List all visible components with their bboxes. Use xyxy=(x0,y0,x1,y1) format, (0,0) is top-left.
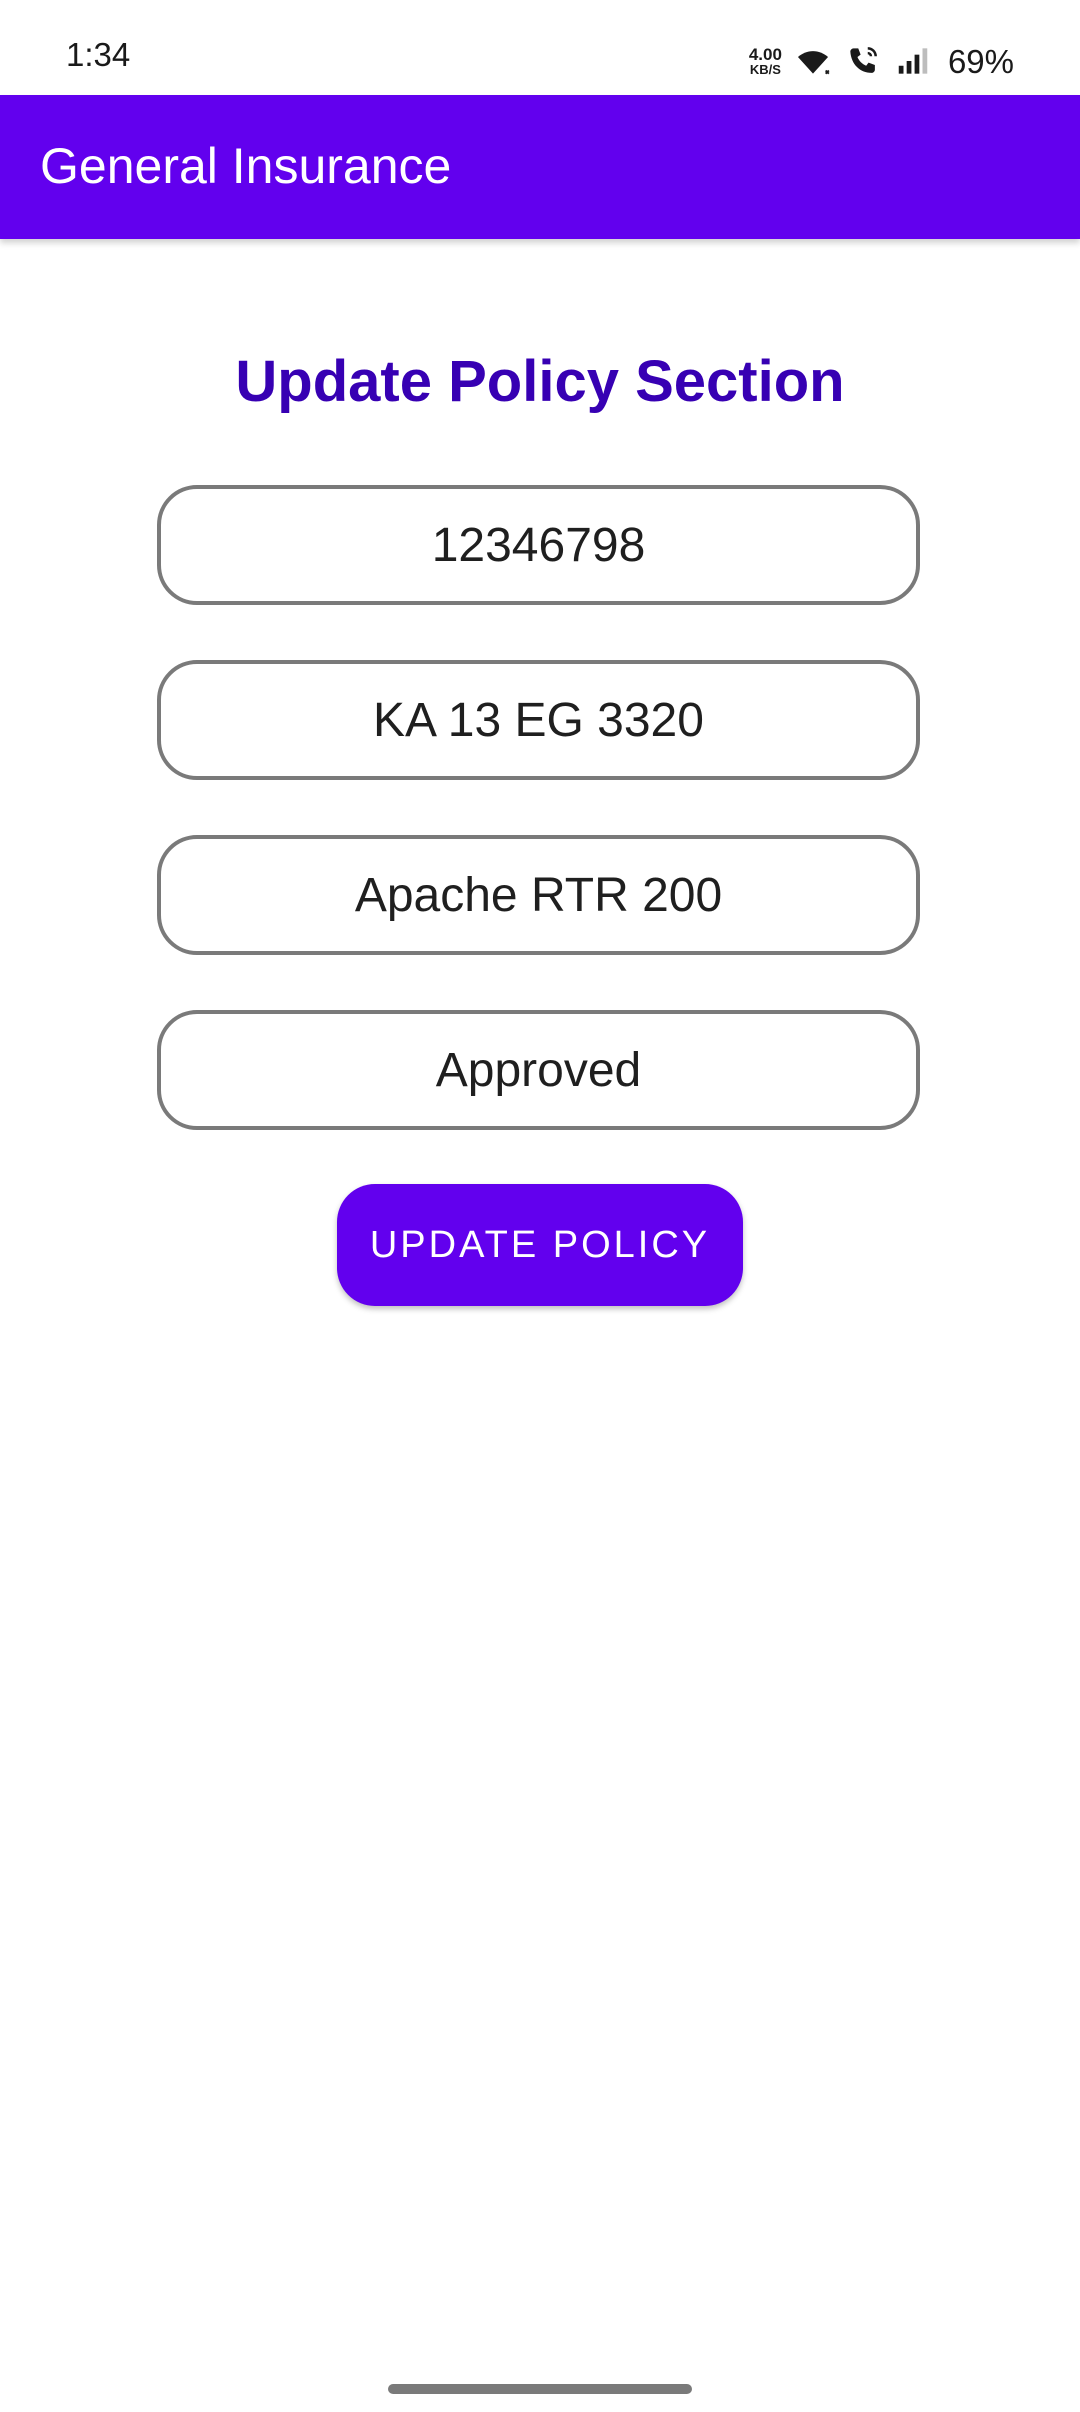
wifi-icon xyxy=(797,51,830,75)
status-bar: 1:34 4.00 KB/S 69% xyxy=(0,0,1080,95)
vehicle-number-field[interactable] xyxy=(157,660,920,780)
app-title: General Insurance xyxy=(40,138,452,194)
wifi-calling-icon xyxy=(850,47,877,73)
policy-number-input[interactable] xyxy=(196,516,881,574)
app-bar: General Insurance xyxy=(0,95,1080,239)
vehicle-model-input[interactable] xyxy=(196,866,881,924)
network-speed-value: 4.00 xyxy=(748,44,782,64)
battery-level: 69% xyxy=(947,42,1014,80)
policy-status-input[interactable] xyxy=(196,1041,881,1099)
vehicle-model-field[interactable] xyxy=(157,835,920,955)
section-title: Update Policy Section xyxy=(235,349,845,414)
home-indicator[interactable] xyxy=(388,2384,692,2394)
network-speed: 4.00 KB/S xyxy=(748,44,782,77)
policy-status-field[interactable] xyxy=(157,1010,920,1130)
network-speed-unit: KB/S xyxy=(749,61,781,77)
policy-number-field[interactable] xyxy=(157,485,920,605)
status-time: 1:34 xyxy=(66,36,131,73)
update-policy-button[interactable]: UPDATE POLICY xyxy=(337,1184,743,1306)
status-icons: 4.00 KB/S 69% xyxy=(749,36,1014,86)
vehicle-number-input[interactable] xyxy=(196,691,881,749)
screen: 1:34 4.00 KB/S 69% General Insurance Upd… xyxy=(0,0,1080,2412)
signal-icon xyxy=(898,48,928,74)
